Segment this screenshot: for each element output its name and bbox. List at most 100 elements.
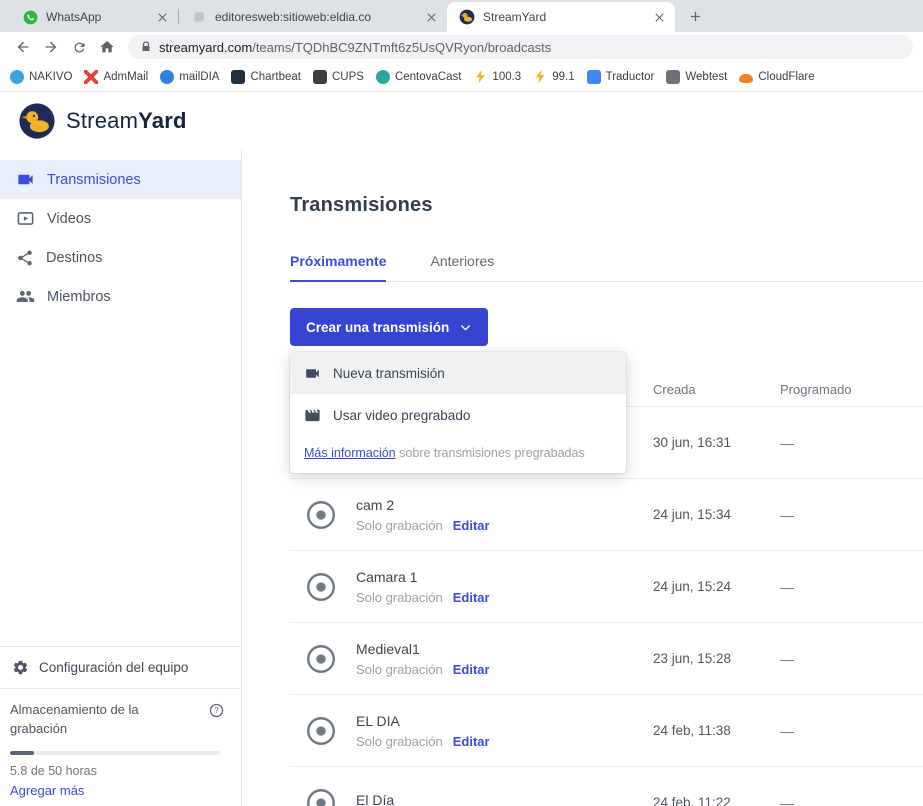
sidebar-item-miembros[interactable]: Miembros: [0, 277, 241, 316]
storage-label: Almacenamiento de la grabación: [10, 701, 170, 739]
tab-proximamente[interactable]: Próximamente: [290, 253, 386, 281]
bookmark-label: 99.1: [552, 71, 574, 83]
url-domain: streamyard.com: [159, 40, 252, 55]
bookmark-nakivo[interactable]: NAKIVO: [10, 70, 72, 84]
table-row[interactable]: EL DIA Solo grabaciónEditar 24 feb, 11:3…: [290, 694, 923, 766]
content-tabs: Próximamente Anteriores: [290, 253, 923, 282]
record-icon: [304, 714, 338, 748]
help-icon[interactable]: ?: [208, 702, 225, 724]
add-more-link[interactable]: Agregar más: [10, 783, 225, 798]
tab-anteriores[interactable]: Anteriores: [430, 253, 494, 281]
close-tab-icon[interactable]: [651, 9, 667, 25]
sidebar-item-transmisiones[interactable]: Transmisiones: [0, 160, 241, 199]
chevron-down-icon: [459, 321, 472, 334]
video-camera-icon: [16, 170, 35, 189]
address-bar[interactable]: streamyard.com/teams/TQDhBC9ZNTmft6z5UsQ…: [128, 35, 913, 59]
edit-link[interactable]: Editar: [453, 518, 490, 533]
table-row[interactable]: Medieval1 Solo grabaciónEditar 23 jun, 1…: [290, 622, 923, 694]
table-row[interactable]: El Día 24 feb, 11:22 —: [290, 766, 923, 806]
bookmark-admmail[interactable]: AdmMail: [84, 70, 148, 84]
bookmark-cups[interactable]: CUPS: [313, 70, 364, 84]
close-tab-icon[interactable]: [423, 9, 439, 25]
edit-link[interactable]: Editar: [453, 734, 490, 749]
bookmark-label: 100.3: [492, 71, 521, 83]
bookmark-chartbeat[interactable]: Chartbeat: [231, 70, 301, 84]
bookmark-label: Traductor: [606, 71, 655, 83]
app-body: Transmisiones Videos Destinos Miembros: [0, 150, 923, 806]
bookmark-label: NAKIVO: [29, 71, 72, 83]
table-row[interactable]: cam 2 Solo grabaciónEditar 24 jun, 15:34…: [290, 478, 923, 550]
back-button[interactable]: [10, 34, 36, 60]
bookmark-100-3[interactable]: 100.3: [473, 70, 521, 84]
cups-icon: [313, 70, 327, 84]
svg-text:?: ?: [214, 707, 219, 716]
record-icon: [304, 498, 338, 532]
menu-item-prerecorded-video[interactable]: Usar video pregrabado: [290, 394, 626, 436]
eldia-site-icon: [191, 9, 207, 25]
bookmarks-bar: NAKIVO AdmMail mailDIA Chartbeat CUPS Ce…: [0, 62, 923, 92]
close-tab-icon[interactable]: [154, 9, 170, 25]
bookmark-webtest[interactable]: Webtest: [666, 70, 727, 84]
sidebar-item-destinos[interactable]: Destinos: [0, 238, 241, 277]
sidebar-item-videos[interactable]: Videos: [0, 199, 241, 238]
broadcast-subtitle: Solo grabación: [356, 734, 443, 749]
brand-part-2: Yard: [138, 108, 187, 133]
bookmark-cloudflare[interactable]: CloudFlare: [739, 70, 814, 83]
broadcast-title: El Día: [356, 792, 394, 806]
team-settings-label: Configuración del equipo: [39, 660, 188, 675]
broadcast-title: Camara 1: [356, 569, 490, 585]
created-at: 24 feb, 11:22: [653, 795, 780, 806]
browser-tab-whatsapp[interactable]: WhatsApp: [10, 2, 178, 32]
created-at: 24 jun, 15:24: [653, 579, 780, 594]
sidebar-item-label: Destinos: [46, 250, 102, 266]
tab-title: StreamYard: [483, 10, 643, 24]
record-icon: [304, 642, 338, 676]
record-icon: [304, 786, 338, 806]
storage-hours: 5.8 de 50 horas: [10, 764, 225, 778]
more-info-link[interactable]: Más información: [304, 446, 396, 460]
brand-wordmark: StreamYard: [66, 108, 187, 134]
sidebar-item-label: Videos: [47, 211, 91, 227]
bookmark-99-1[interactable]: 99.1: [533, 70, 574, 84]
storage-progress-bar: [10, 751, 220, 755]
column-created: Creada: [653, 382, 780, 397]
broadcast-subtitle: Solo grabación: [356, 590, 443, 605]
brand-part-1: Stream: [66, 108, 138, 133]
team-settings-button[interactable]: Configuración del equipo: [0, 646, 241, 688]
dropdown-info-text: Más información sobre transmisiones preg…: [290, 436, 626, 473]
bookmark-maildia[interactable]: mailDIA: [160, 70, 219, 84]
translate-icon: [587, 70, 601, 84]
admmail-icon: [84, 70, 98, 84]
created-at: 24 jun, 15:34: [653, 507, 780, 522]
reload-button[interactable]: [66, 34, 92, 60]
edit-link[interactable]: Editar: [453, 590, 490, 605]
webtest-icon: [666, 70, 680, 84]
lock-icon: [140, 41, 152, 53]
browser-tab-eldia[interactable]: editoresweb:sitioweb:eldia.co: [179, 2, 447, 32]
menu-item-new-broadcast[interactable]: Nueva transmisión: [290, 352, 626, 394]
storage-section: Almacenamiento de la grabación ? 5.8 de …: [0, 688, 241, 806]
info-rest: sobre transmisiones pregrabadas: [396, 446, 585, 460]
browser-toolbar: streamyard.com/teams/TQDhBC9ZNTmft6z5UsQ…: [0, 32, 923, 62]
scheduled-at: —: [780, 723, 923, 739]
created-at: 23 jun, 15:28: [653, 651, 780, 666]
forward-button[interactable]: [38, 34, 64, 60]
streamyard-favicon: [459, 9, 475, 25]
bookmark-label: CloudFlare: [758, 71, 814, 83]
broadcast-subtitle: Solo grabación: [356, 662, 443, 677]
home-button[interactable]: [94, 34, 120, 60]
sidebar-nav: Transmisiones Videos Destinos Miembros: [0, 150, 241, 316]
column-scheduled: Programado: [780, 382, 923, 397]
bookmark-traductor[interactable]: Traductor: [587, 70, 655, 84]
table-row[interactable]: Camara 1 Solo grabación Editar 24 jun, 15…: [290, 550, 923, 622]
bookmark-centovacast[interactable]: CentovaCast: [376, 70, 461, 84]
bookmark-label: Webtest: [685, 71, 727, 83]
create-broadcast-button[interactable]: Crear una transmisión: [290, 308, 488, 346]
bookmark-label: AdmMail: [103, 71, 148, 83]
browser-window: WhatsApp editoresweb:sitioweb:eldia.co S…: [0, 0, 923, 806]
browser-tab-streamyard[interactable]: StreamYard: [447, 2, 675, 32]
video-play-icon: [16, 209, 35, 228]
new-tab-button[interactable]: [683, 4, 707, 28]
create-broadcast-area: Crear una transmisión Nueva transmisión …: [290, 308, 488, 346]
edit-link[interactable]: Editar: [453, 662, 490, 677]
